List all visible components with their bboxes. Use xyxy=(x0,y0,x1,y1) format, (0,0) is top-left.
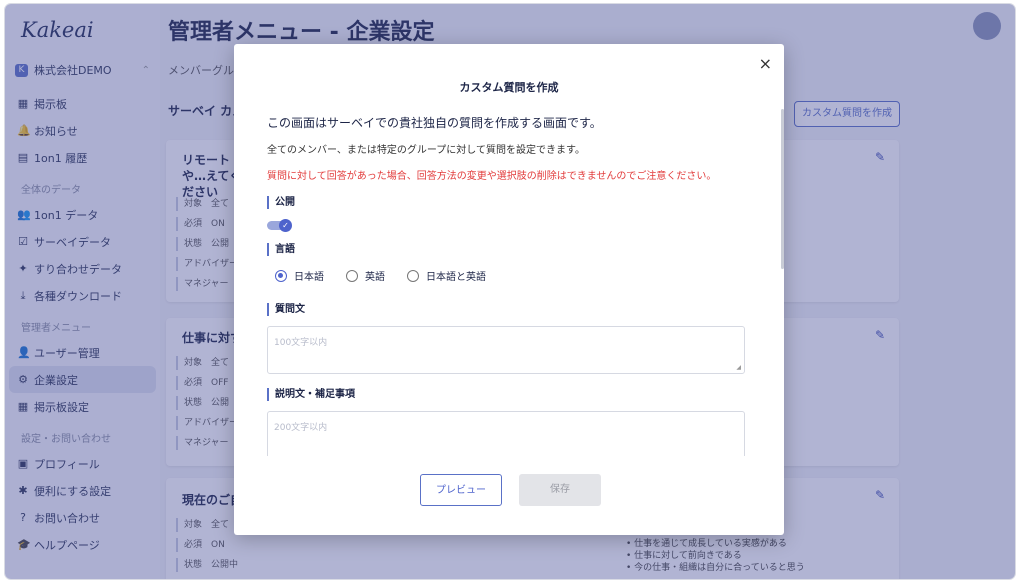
radio-label: 日本語 xyxy=(294,272,324,283)
create-question-dialog: × カスタム質問を作成 この画面はサーベイでの貴社独自の質問を作成する画面です。… xyxy=(234,44,784,535)
sub-text: 全てのメンバー、または特定のグループに対して質問を設定できます。 xyxy=(267,145,585,156)
preview-button[interactable]: プレビュー xyxy=(420,474,502,506)
radio-unselected-icon xyxy=(346,269,358,282)
warning-text: 質問に対して回答があった場合、回答方法の変更や選択肢の削除はできませんのでご注意… xyxy=(267,171,717,182)
question-text-input[interactable]: 100文字以内 xyxy=(267,326,745,374)
radio-selected-icon xyxy=(275,269,287,282)
question-text-label: 質問文 xyxy=(267,303,767,316)
radio-label: 日本語と英語 xyxy=(426,272,486,283)
intro-text: この画面はサーベイでの貴社独自の質問を作成する画面です。 xyxy=(267,116,602,130)
radio-english[interactable]: 英語 xyxy=(346,268,385,283)
language-label: 言語 xyxy=(267,243,767,256)
description-input[interactable]: 200文字以内 xyxy=(267,411,745,456)
radio-japanese[interactable]: 日本語 xyxy=(275,268,324,283)
app-window: Kakeai K 株式会社DEMO ⌃ ▦ 掲示板 🔔 お知らせ ▤ 1on1 履歴 … xyxy=(5,4,1015,579)
dialog-title: カスタム質問を作成 xyxy=(459,81,559,94)
language-radio-group: 日本語 英語 日本語と英語 xyxy=(267,268,767,283)
radio-japanese-and-english[interactable]: 日本語と英語 xyxy=(407,268,486,283)
description-label: 説明文・補足事項 xyxy=(267,388,767,401)
publish-toggle[interactable]: ✓ xyxy=(267,219,293,232)
check-icon: ✓ xyxy=(279,219,292,232)
radio-label: 英語 xyxy=(365,272,385,283)
close-icon[interactable]: × xyxy=(759,54,772,73)
publish-label: 公開 xyxy=(267,196,767,209)
save-button[interactable]: 保存 xyxy=(519,474,601,506)
dialog-scrollbar[interactable] xyxy=(781,109,784,269)
radio-unselected-icon xyxy=(407,269,419,282)
dialog-body[interactable]: この画面はサーベイでの貴社独自の質問を作成する画面です。 全てのメンバー、または… xyxy=(267,108,767,456)
